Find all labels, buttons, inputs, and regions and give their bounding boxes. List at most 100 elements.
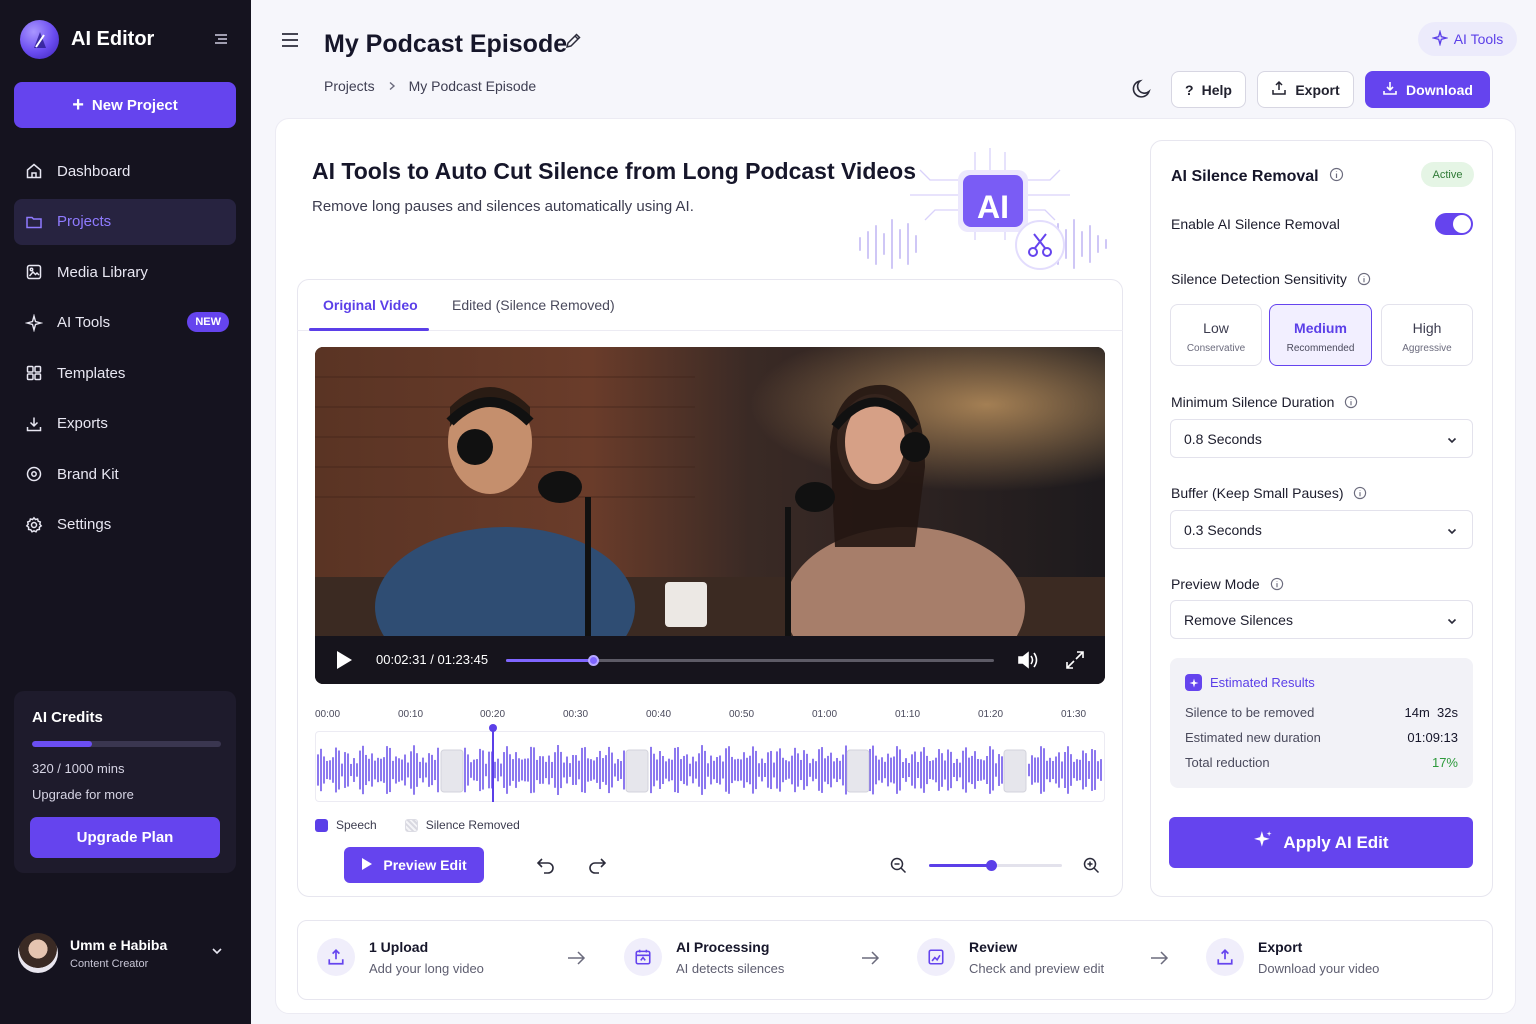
fullscreen-icon[interactable]: [1065, 650, 1085, 675]
sidebar-collapse-icon[interactable]: [212, 30, 232, 50]
sensitivity-label-text: Silence Detection Sensitivity: [1171, 271, 1347, 287]
chevron-down-icon[interactable]: [210, 944, 224, 963]
preview-edit-button[interactable]: Preview Edit: [344, 847, 484, 883]
volume-icon[interactable]: [1017, 650, 1039, 675]
option-label: Medium: [1294, 320, 1347, 336]
help-label: Help: [1201, 81, 1232, 98]
info-icon[interactable]: [1344, 395, 1358, 412]
undo-icon[interactable]: [536, 856, 556, 879]
dark-mode-moon-icon[interactable]: [1131, 78, 1153, 105]
min-silence-label: Minimum Silence Duration: [1171, 394, 1358, 412]
zoom-slider[interactable]: [929, 860, 1062, 871]
silence-swatch: [404, 818, 418, 832]
info-icon[interactable]: [1353, 486, 1367, 503]
step-ai-processing: AI Processing AI detects silences: [624, 938, 784, 976]
ai-credits-card: AI Credits 320 / 1000 mins Upgrade for m…: [14, 691, 236, 873]
sidebar-nav: Dashboard Projects Media Library AI Tool…: [14, 148, 236, 552]
upgrade-plan-button[interactable]: Upgrade Plan: [30, 817, 220, 858]
home-icon: [24, 161, 44, 181]
sidebar-item-brand-kit[interactable]: Brand Kit: [14, 451, 236, 497]
option-label: Low: [1203, 320, 1229, 336]
timeline-playhead[interactable]: [492, 726, 494, 802]
breadcrumb: Projects My Podcast Episode: [324, 78, 536, 94]
breadcrumb-current: My Podcast Episode: [408, 78, 537, 94]
sidebar: AI Editor + New Project Dashboard Projec…: [0, 0, 251, 1024]
help-button[interactable]: ? Help: [1171, 71, 1246, 108]
zoom-slider-fill: [929, 864, 992, 867]
zoom-out-icon[interactable]: [890, 857, 907, 879]
toggle-knob: [1453, 215, 1471, 233]
seek-handle[interactable]: [587, 655, 599, 666]
estimated-results-card: Estimated Results Silence to be removed …: [1170, 658, 1473, 788]
credits-count: 320 / 1000 mins: [32, 761, 125, 776]
redo-icon[interactable]: [587, 856, 607, 879]
ruler-tick-label: 01:20: [978, 709, 1004, 720]
info-icon[interactable]: [1357, 272, 1371, 289]
preview-mode-select[interactable]: Remove Silences: [1170, 600, 1473, 639]
silence-segment[interactable]: [1003, 749, 1027, 793]
sidebar-item-media-library[interactable]: Media Library: [14, 249, 236, 295]
sidebar-item-dashboard[interactable]: Dashboard: [14, 148, 236, 194]
export-icon: [1206, 938, 1244, 976]
audio-waveform[interactable]: [315, 731, 1105, 802]
enable-silence-removal-toggle[interactable]: [1435, 213, 1473, 235]
tab-edited-video[interactable]: Edited (Silence Removed): [452, 297, 615, 313]
estimate-value: 17%: [1431, 755, 1458, 770]
preview-mode-label-text: Preview Mode: [1171, 576, 1260, 592]
folder-icon: [24, 212, 44, 232]
info-icon[interactable]: [1329, 167, 1344, 187]
seek-bar[interactable]: [506, 655, 994, 666]
play-icon: [361, 857, 373, 874]
estimate-label: Silence to be removed: [1185, 705, 1315, 720]
hero-title: AI Tools to Auto Cut Silence from Long P…: [312, 158, 916, 184]
tab-original-video[interactable]: Original Video: [323, 297, 418, 313]
menu-icon[interactable]: [280, 30, 300, 55]
video-tabs: Original Video Edited (Silence Removed): [297, 279, 1123, 331]
new-project-button[interactable]: + New Project: [14, 82, 236, 128]
download-button[interactable]: Download: [1365, 71, 1490, 108]
playhead-handle[interactable]: [489, 724, 497, 732]
brand[interactable]: AI Editor: [20, 20, 154, 59]
zoom-in-icon[interactable]: [1083, 857, 1100, 879]
sidebar-item-templates[interactable]: Templates: [14, 350, 236, 396]
play-icon[interactable]: [335, 650, 353, 675]
breadcrumb-projects[interactable]: Projects: [324, 78, 375, 94]
sidebar-item-label: Exports: [57, 415, 108, 432]
zoom-slider-handle[interactable]: [985, 860, 997, 871]
sparkles-icon: [24, 313, 44, 333]
select-value: 0.3 Seconds: [1184, 521, 1262, 538]
sidebar-item-exports[interactable]: Exports: [14, 401, 236, 447]
sidebar-item-ai-tools[interactable]: AI Tools NEW: [14, 300, 236, 346]
silence-segment[interactable]: [846, 749, 870, 793]
download-label: Download: [1406, 81, 1473, 98]
calendar-ai-icon: [624, 938, 662, 976]
sidebar-item-settings[interactable]: Settings: [14, 502, 236, 548]
export-button[interactable]: Export: [1257, 71, 1354, 108]
info-icon[interactable]: [1270, 577, 1284, 594]
arrow-right-icon: [1149, 950, 1169, 971]
active-tab-indicator: [309, 328, 429, 331]
step-title: Review: [969, 938, 1018, 955]
user-profile[interactable]: Umm e Habiba Content Creator: [18, 932, 234, 974]
sidebar-item-projects[interactable]: Projects: [14, 198, 236, 245]
ai-tools-button[interactable]: AI Tools: [1418, 22, 1517, 56]
option-label: High: [1412, 320, 1442, 336]
estimated-results-title: Estimated Results: [1185, 674, 1315, 691]
silence-segment[interactable]: [625, 749, 649, 793]
step-title: AI Processing: [676, 938, 770, 955]
sensitivity-low-option[interactable]: Low Conservative: [1170, 304, 1262, 366]
video-player[interactable]: [315, 347, 1105, 684]
apply-ai-edit-button[interactable]: Apply AI Edit: [1169, 817, 1473, 868]
min-silence-select[interactable]: 0.8 Seconds: [1170, 419, 1473, 458]
pencil-edit-icon[interactable]: [564, 32, 582, 55]
credits-progress-fill: [32, 741, 93, 747]
panel-title: AI Silence Removal: [1171, 167, 1344, 187]
sensitivity-high-option[interactable]: High Aggressive: [1381, 304, 1473, 366]
sensitivity-medium-option[interactable]: Medium Recommended: [1269, 304, 1372, 366]
sparkle-box-icon: [1185, 674, 1202, 691]
buffer-label: Buffer (Keep Small Pauses): [1171, 485, 1367, 503]
buffer-select[interactable]: 0.3 Seconds: [1170, 510, 1473, 549]
option-sub: Aggressive: [1402, 343, 1452, 354]
silence-segment[interactable]: [440, 749, 464, 793]
ai-badge-text: AI: [977, 189, 1009, 225]
